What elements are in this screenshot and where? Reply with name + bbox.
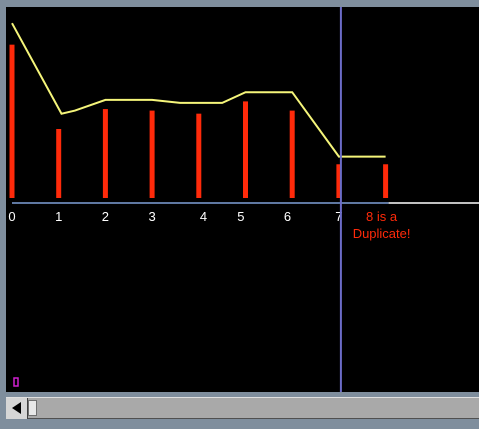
tick-label-5: 5	[237, 209, 244, 224]
chart-svg: 01234567 8 is aDuplicate!	[8, 7, 479, 392]
point-marker[interactable]	[13, 377, 19, 387]
bar-1	[56, 129, 62, 198]
tick-label-2: 2	[102, 209, 109, 224]
bar-2	[102, 109, 108, 198]
tick-labels-group: 01234567	[8, 209, 342, 224]
annotation-line-1: 8 is a	[366, 209, 398, 224]
tick-label-0: 0	[8, 209, 15, 224]
bar-8	[383, 164, 389, 198]
bar-6	[289, 110, 295, 198]
tick-label-6: 6	[284, 209, 291, 224]
window-bottom-edge	[0, 419, 479, 429]
bar-0	[9, 44, 15, 198]
triangle-left-icon	[12, 402, 21, 414]
tick-label-1: 1	[55, 209, 62, 224]
bar-5	[243, 101, 248, 198]
plot-window: 01234567 8 is a Duplicate!	[0, 0, 479, 429]
scroll-thumb[interactable]	[28, 400, 37, 416]
bars-group	[9, 44, 389, 198]
tick-label-3: 3	[148, 209, 155, 224]
horizontal-scrollbar[interactable]	[6, 397, 479, 419]
bar-4	[196, 113, 202, 198]
tick-label-4: 4	[200, 209, 207, 224]
annotation-group: 8 is a Duplicate!	[353, 209, 411, 241]
plot-panel: 01234567 8 is a Duplicate!	[6, 7, 479, 392]
annotation-line-2: Duplicate!	[353, 226, 411, 241]
scroll-left-button[interactable]	[6, 398, 28, 419]
bar-3	[149, 110, 155, 198]
